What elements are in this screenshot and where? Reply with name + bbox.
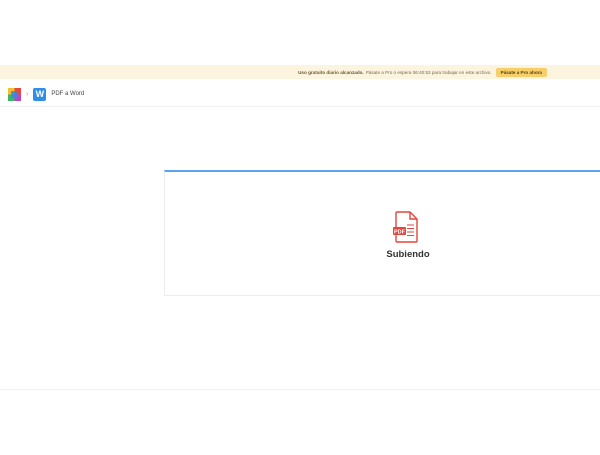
multicolor-logo-icon[interactable] [8, 87, 21, 101]
pdf-file-icon: PDF [393, 211, 419, 243]
upload-card: PDF Subiendo [164, 170, 600, 296]
breadcrumb: › W PDF a Word [8, 86, 84, 102]
banner-bold-text: Uso gratuito diario alcanzado. [298, 69, 364, 75]
upload-status: Subiendo [386, 249, 430, 260]
footer-divider [0, 389, 600, 390]
word-tool-icon[interactable]: W [33, 87, 47, 101]
tool-name[interactable]: PDF a Word [51, 91, 84, 97]
usage-limit-banner: Uso gratuito diario alcanzado. Pásate a … [0, 65, 600, 79]
upgrade-pro-button[interactable]: Pásate a Pro ahora [495, 67, 547, 77]
header-divider [0, 106, 600, 107]
chevron-right-icon: › [26, 90, 29, 98]
pdf-badge-text: PDF [394, 229, 406, 235]
banner-message: Pásate a Pro o espera 06:40:53 para trab… [365, 69, 492, 75]
